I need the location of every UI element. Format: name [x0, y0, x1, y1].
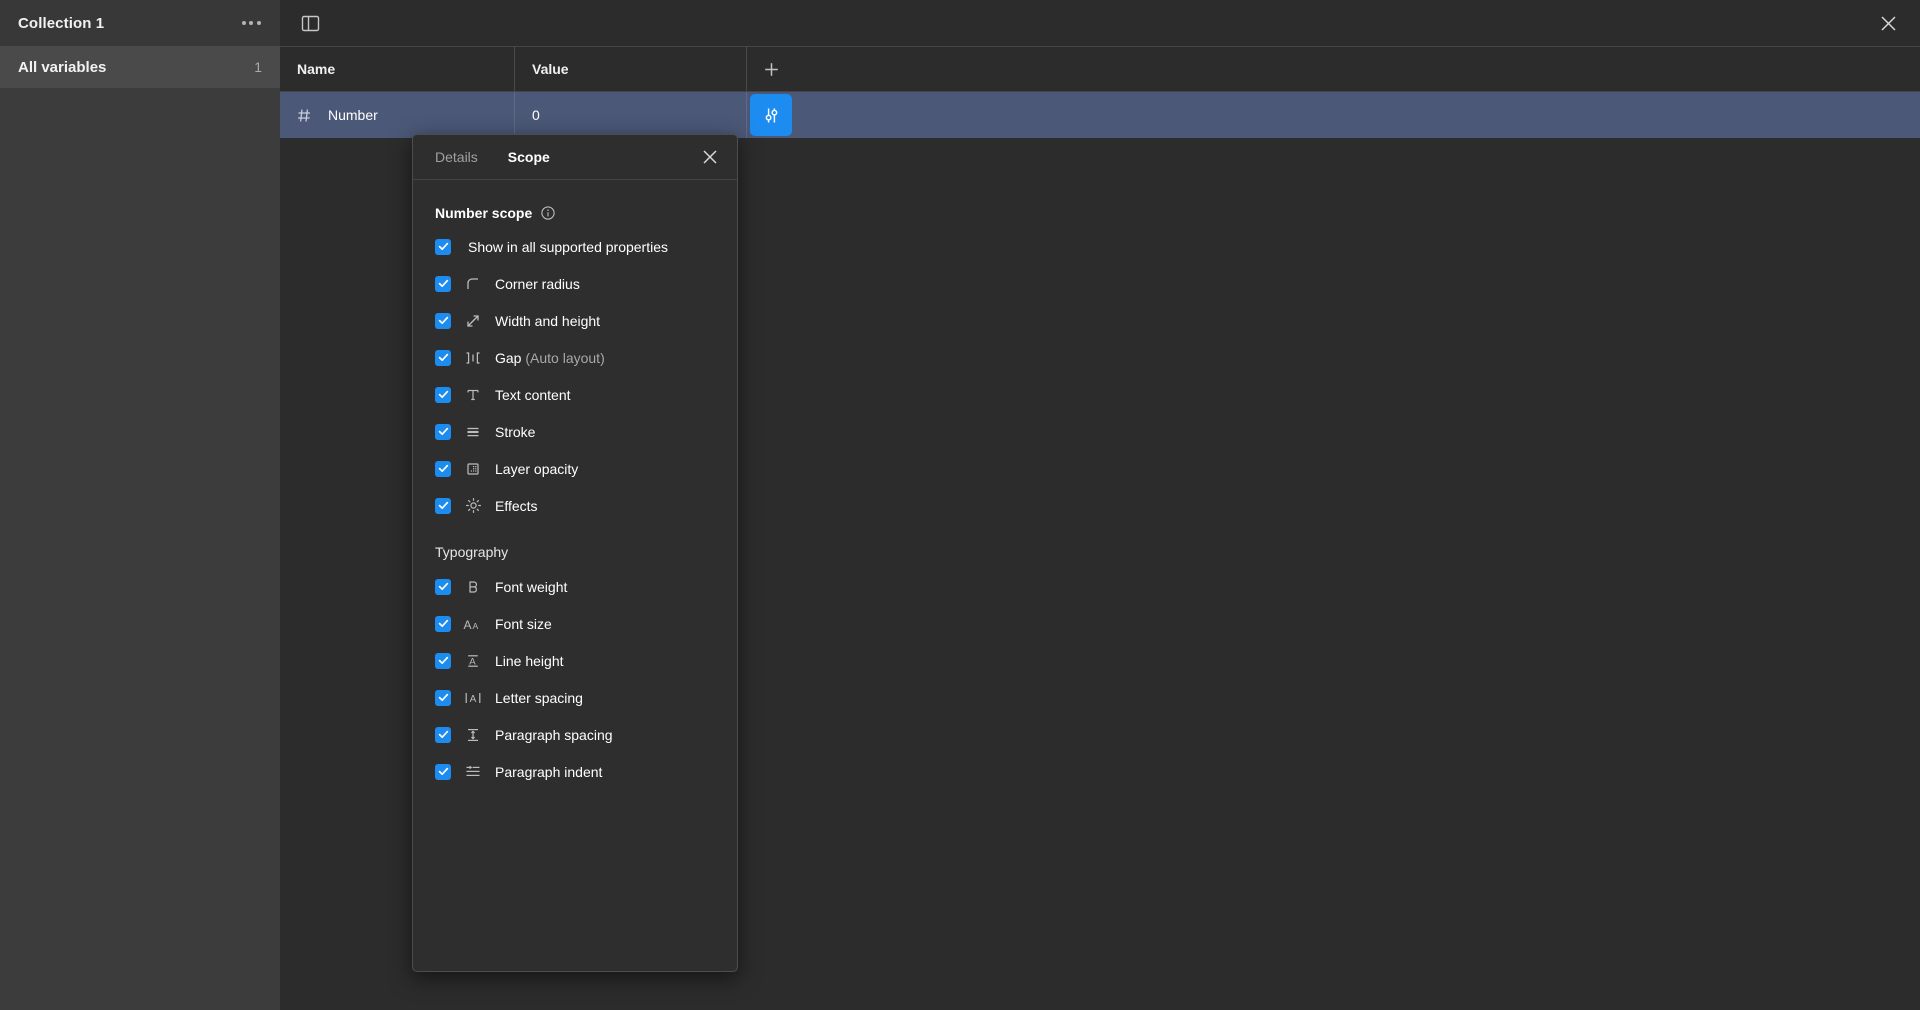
table-row[interactable]: Number 0	[280, 92, 1920, 138]
scope-option-label: Text content	[495, 386, 571, 403]
checkbox-checked-icon[interactable]	[435, 423, 451, 440]
tab-details[interactable]: Details	[435, 149, 478, 165]
text-content-icon	[460, 387, 486, 403]
svg-text:A: A	[464, 618, 472, 632]
tab-scope[interactable]: Scope	[508, 149, 550, 165]
typography-label: Typography	[435, 544, 509, 560]
scope-option-width-height[interactable]: Width and height	[413, 302, 737, 339]
scope-option-label: Show in all supported properties	[468, 238, 669, 255]
scope-option-label: Line height	[495, 652, 564, 669]
number-hash-icon	[297, 108, 312, 123]
paragraph-indent-icon	[460, 764, 486, 780]
number-scope-label: Number scope	[435, 205, 533, 221]
add-column-button[interactable]	[747, 47, 795, 91]
number-scope-title: Number scope	[413, 198, 737, 228]
font-size-icon: A A	[460, 616, 486, 632]
close-icon[interactable]	[695, 142, 725, 172]
ellipsis-icon[interactable]	[236, 10, 266, 36]
letter-spacing-icon: A	[460, 690, 486, 706]
scope-option-paragraph-indent[interactable]: Paragraph indent	[413, 753, 737, 790]
variable-value-cell[interactable]: 0	[515, 92, 747, 138]
scope-tabs: Details Scope	[413, 135, 737, 180]
variable-name-text: Number	[328, 107, 378, 123]
checkbox-checked-icon[interactable]	[435, 726, 451, 743]
checkbox-checked-icon[interactable]	[435, 652, 451, 669]
sidebar-item-label: All variables	[18, 58, 107, 76]
gap-icon	[460, 350, 486, 366]
layer-opacity-icon	[460, 461, 486, 477]
scope-option-label: Paragraph spacing	[495, 726, 613, 743]
checkbox-checked-icon[interactable]	[435, 312, 451, 329]
checkbox-checked-icon[interactable]	[435, 386, 451, 403]
scope-option-label: Corner radius	[495, 275, 580, 292]
scope-option-text-content[interactable]: Text content	[413, 376, 737, 413]
checkbox-checked-icon[interactable]	[435, 238, 451, 255]
top-toolbar	[280, 0, 1920, 46]
checkbox-checked-icon[interactable]	[435, 460, 451, 477]
corner-radius-icon	[460, 276, 486, 292]
svg-text:A: A	[469, 656, 476, 667]
variable-value-text: 0	[532, 107, 540, 123]
checkbox-checked-icon[interactable]	[435, 763, 451, 780]
width-height-icon	[460, 313, 486, 329]
paragraph-spacing-icon	[460, 727, 486, 743]
scope-option-label: Font size	[495, 615, 552, 632]
scope-option-gap[interactable]: Gap (Auto layout)	[413, 339, 737, 376]
variable-name-cell[interactable]: Number	[280, 92, 515, 138]
checkbox-checked-icon[interactable]	[435, 615, 451, 632]
scope-option-label: Font weight	[495, 578, 568, 595]
scope-option-font-weight[interactable]: Font weight	[413, 568, 737, 605]
sidebar-header: Collection 1	[0, 0, 280, 46]
scope-body: Number scope Show in all supported prope…	[413, 180, 737, 800]
scope-option-label: Effects	[495, 497, 538, 514]
info-icon[interactable]	[541, 206, 555, 220]
collections-sidebar: Collection 1 All variables 1	[0, 0, 280, 1010]
scope-option-label: Width and height	[495, 312, 601, 329]
sidebar-item-count: 1	[254, 59, 262, 75]
svg-text:A: A	[470, 694, 477, 705]
scope-option-paragraph-spacing[interactable]: Paragraph spacing	[413, 716, 737, 753]
scope-option-show-all[interactable]: Show in all supported properties	[413, 228, 737, 265]
scope-option-layer-opacity[interactable]: Layer opacity	[413, 450, 737, 487]
collection-title: Collection 1	[18, 14, 105, 32]
scope-option-effects[interactable]: Effects	[413, 487, 737, 524]
column-header-value[interactable]: Value	[515, 47, 747, 91]
checkbox-checked-icon[interactable]	[435, 689, 451, 706]
layout-panel-icon[interactable]	[294, 7, 326, 39]
scope-option-label: Stroke	[495, 423, 536, 440]
scope-option-corner-radius[interactable]: Corner radius	[413, 265, 737, 302]
typography-title: Typography	[413, 536, 737, 568]
scope-option-letter-spacing[interactable]: A Letter spacing	[413, 679, 737, 716]
scope-option-line-height[interactable]: A Line height	[413, 642, 737, 679]
effects-icon	[460, 497, 486, 514]
checkbox-checked-icon[interactable]	[435, 497, 451, 514]
line-height-icon: A	[460, 653, 486, 669]
checkbox-checked-icon[interactable]	[435, 578, 451, 595]
column-header-name[interactable]: Name	[280, 47, 515, 91]
scope-popover: Details Scope Number scope Show in all s…	[412, 134, 738, 972]
scope-option-label: Layer opacity	[495, 460, 579, 477]
figma-variables-window: Collection 1 All variables 1 Name Value …	[0, 0, 1920, 1010]
variables-table-header: Name Value	[280, 46, 1920, 92]
font-weight-icon	[460, 579, 486, 595]
sliders-icon[interactable]	[750, 94, 792, 136]
close-icon[interactable]	[1872, 7, 1904, 39]
scope-option-stroke[interactable]: Stroke	[413, 413, 737, 450]
checkbox-checked-icon[interactable]	[435, 349, 451, 366]
stroke-icon	[460, 424, 486, 440]
scope-option-font-size[interactable]: A A Font size	[413, 605, 737, 642]
checkbox-checked-icon[interactable]	[435, 275, 451, 292]
scope-option-label: Gap (Auto layout)	[495, 349, 605, 366]
sidebar-item-all-variables[interactable]: All variables 1	[0, 46, 280, 88]
svg-text:A: A	[473, 621, 479, 631]
scope-option-label: Paragraph indent	[495, 763, 603, 780]
scope-option-label: Letter spacing	[495, 689, 583, 706]
